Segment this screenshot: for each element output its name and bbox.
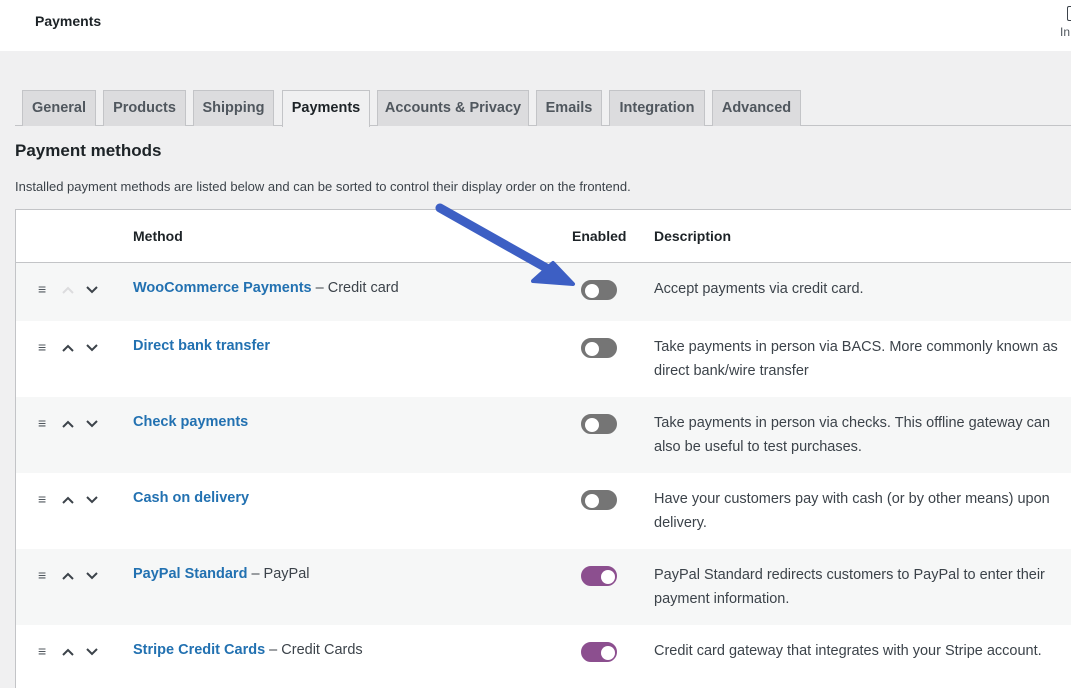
- method-type: – Credit card: [311, 280, 399, 296]
- toggle-knob: [601, 570, 615, 584]
- drag-handle-icon[interactable]: ≡: [38, 567, 46, 583]
- method-link[interactable]: Stripe Credit Cards: [133, 642, 265, 658]
- table-row: ≡ PayPal Standard – PayPal PayPal Standard…: [16, 549, 1071, 625]
- enabled-toggle[interactable]: [581, 566, 617, 586]
- tab-shipping[interactable]: Shipping: [193, 90, 274, 126]
- method-description: PayPal Standard redirects customers to P…: [654, 567, 1045, 607]
- drag-handle-icon[interactable]: ≡: [38, 281, 46, 297]
- table-row: ≡ WooCommerce Payments – Credit card Accep…: [16, 263, 1071, 321]
- method-description: Have your customers pay with cash (or by…: [654, 491, 1050, 531]
- chevron-down-icon[interactable]: [84, 492, 100, 508]
- method-cell: Direct bank transfer: [133, 338, 270, 354]
- table-row: ≡ Direct bank transfer Take payments in pe…: [16, 321, 1071, 397]
- tab-integration[interactable]: Integration: [609, 90, 705, 126]
- table-row: ≡ Check payments Take payments in person v…: [16, 397, 1071, 473]
- chevron-up-icon[interactable]: [60, 492, 76, 508]
- tab-general[interactable]: General: [22, 90, 96, 126]
- method-link[interactable]: WooCommerce Payments: [133, 280, 312, 296]
- chevron-up-icon[interactable]: [60, 282, 76, 298]
- chevron-down-icon[interactable]: [84, 568, 100, 584]
- method-cell: WooCommerce Payments – Credit card: [133, 280, 399, 296]
- payment-methods-table: Method Enabled Description ≡ WooCommerce …: [15, 209, 1071, 688]
- tab-emails[interactable]: Emails: [536, 90, 602, 126]
- column-description: Description: [654, 228, 732, 244]
- tab-payments[interactable]: Payments: [282, 90, 370, 127]
- chevron-down-icon[interactable]: [84, 282, 100, 298]
- tab-advanced[interactable]: Advanced: [712, 90, 801, 126]
- method-link[interactable]: Check payments: [133, 414, 248, 430]
- enabled-toggle[interactable]: [581, 642, 617, 662]
- enabled-toggle[interactable]: [581, 338, 617, 358]
- enabled-toggle[interactable]: [581, 280, 617, 300]
- settings-tabs: General Products Shipping Payments Accou…: [15, 90, 1071, 127]
- top-bar: Payments In: [0, 0, 1071, 51]
- method-type: – PayPal: [247, 566, 310, 582]
- section-intro: Installed payment methods are listed bel…: [15, 179, 631, 194]
- method-cell: Stripe Credit Cards – Credit Cards: [133, 642, 363, 658]
- chevron-up-icon[interactable]: [60, 416, 76, 432]
- toggle-knob: [585, 418, 599, 432]
- chevron-up-icon[interactable]: [60, 568, 76, 584]
- inbox-button[interactable]: In: [1058, 4, 1071, 42]
- method-link[interactable]: Cash on delivery: [133, 490, 249, 506]
- tab-products[interactable]: Products: [103, 90, 186, 126]
- tab-accounts-privacy[interactable]: Accounts & Privacy: [377, 90, 529, 126]
- method-cell: Cash on delivery: [133, 490, 249, 506]
- column-method: Method: [133, 228, 183, 244]
- inbox-label: In: [1060, 25, 1071, 39]
- enabled-toggle[interactable]: [581, 414, 617, 434]
- chevron-down-icon[interactable]: [84, 340, 100, 356]
- chevron-down-icon[interactable]: [84, 416, 100, 432]
- method-description: Take payments in person via checks. This…: [654, 415, 1051, 455]
- drag-handle-icon[interactable]: ≡: [38, 491, 46, 507]
- chevron-up-icon[interactable]: [60, 340, 76, 356]
- column-enabled: Enabled: [572, 228, 627, 244]
- method-description: Accept payments via credit card.: [654, 281, 864, 297]
- table-row: ≡ Stripe Credit Cards – Credit Cards Credi…: [16, 625, 1071, 685]
- toggle-knob: [585, 494, 599, 508]
- toggle-knob: [585, 284, 599, 298]
- chevron-up-icon[interactable]: [60, 644, 76, 660]
- inbox-icon: [1067, 6, 1071, 21]
- enabled-toggle[interactable]: [581, 490, 617, 510]
- method-link[interactable]: Direct bank transfer: [133, 338, 270, 354]
- method-cell: PayPal Standard – PayPal: [133, 566, 310, 582]
- table-row: ≡ Cash on delivery Have your customers pay…: [16, 473, 1071, 549]
- page-title: Payments: [35, 13, 102, 29]
- drag-handle-icon[interactable]: ≡: [38, 643, 46, 659]
- toggle-knob: [585, 342, 599, 356]
- toggle-knob: [601, 646, 615, 660]
- method-cell: Check payments: [133, 414, 248, 430]
- method-type: – Credit Cards: [265, 642, 363, 658]
- drag-handle-icon[interactable]: ≡: [38, 415, 46, 431]
- section-title: Payment methods: [15, 141, 162, 160]
- method-link[interactable]: PayPal Standard: [133, 566, 247, 582]
- table-header: Method Enabled Description: [16, 210, 1071, 263]
- method-description: Credit card gateway that integrates with…: [654, 643, 1042, 659]
- drag-handle-icon[interactable]: ≡: [38, 339, 46, 355]
- chevron-down-icon[interactable]: [84, 644, 100, 660]
- method-description: Take payments in person via BACS. More c…: [654, 339, 1058, 379]
